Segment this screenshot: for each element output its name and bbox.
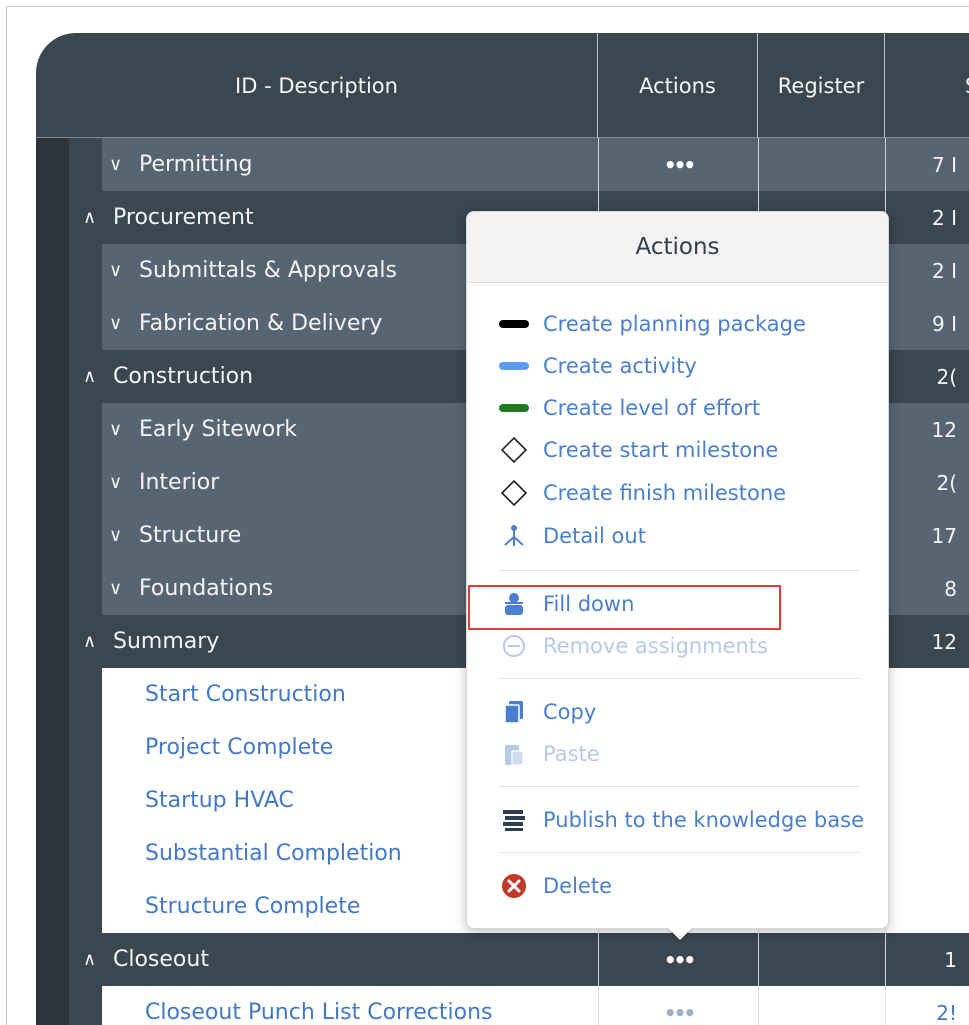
black-bar-icon xyxy=(497,310,531,338)
row-label: Structure xyxy=(139,523,242,548)
menu-item-label: Detail out xyxy=(543,524,646,548)
row-value: 2! xyxy=(885,986,969,1025)
row-label: Construction xyxy=(113,364,254,389)
task-link[interactable]: Closeout Punch List Corrections xyxy=(69,986,598,1025)
menu-item-label: Remove assignments xyxy=(543,634,768,658)
fill-down-highlight xyxy=(468,585,781,630)
books-icon xyxy=(497,806,531,834)
menu-item-label: Paste xyxy=(543,742,600,766)
actions-popup: Actions Create planning package Create a… xyxy=(466,211,889,929)
popup-title: Actions xyxy=(467,212,888,283)
chevron-down-icon[interactable]: ∨ xyxy=(109,472,135,493)
chevron-up-icon[interactable]: ∧ xyxy=(83,366,109,387)
menu-item-detail-out[interactable]: Detail out xyxy=(497,518,646,554)
row-value: 12 xyxy=(885,615,969,668)
table-row[interactable]: ∨ Permitting ••• 7 I xyxy=(69,138,969,191)
column-header-register[interactable]: Register xyxy=(758,33,885,138)
row-label: Fabrication & Delivery xyxy=(139,311,383,336)
menu-item-create-finish-milestone[interactable]: Create finish milestone xyxy=(497,475,786,511)
row-label: Closeout xyxy=(113,947,209,972)
copy-icon xyxy=(497,698,531,726)
blue-bar-icon xyxy=(497,352,531,380)
chevron-down-icon[interactable]: ∨ xyxy=(109,578,135,599)
column-header-description[interactable]: ID - Description xyxy=(36,33,598,138)
row-label: Interior xyxy=(139,470,220,495)
more-actions-icon[interactable]: ••• xyxy=(664,1001,696,1025)
menu-item-remove-assignments[interactable]: Remove assignments xyxy=(497,628,768,664)
row-value: 2 I xyxy=(885,191,969,244)
chevron-down-icon[interactable]: ∨ xyxy=(109,313,135,334)
row-label: Submittals & Approvals xyxy=(139,258,397,283)
column-header-start[interactable]: S xyxy=(885,33,969,138)
row-label: Procurement xyxy=(113,205,254,230)
column-header-actions[interactable]: Actions xyxy=(598,33,758,138)
row-value: 2( xyxy=(885,350,969,403)
row-value: 17 xyxy=(885,509,969,562)
menu-item-create-activity[interactable]: Create activity xyxy=(497,348,697,384)
row-gutter xyxy=(36,138,69,1025)
row-value: 8 xyxy=(885,562,969,615)
green-bar-icon xyxy=(497,394,531,422)
menu-item-label: Create start milestone xyxy=(543,438,779,462)
row-label: Early Sitework xyxy=(139,417,298,442)
menu-item-label: Create activity xyxy=(543,354,697,378)
hierarchy-icon xyxy=(497,522,531,550)
chevron-up-icon[interactable]: ∧ xyxy=(83,207,109,228)
row-value: 2 I xyxy=(885,244,969,297)
menu-item-label: Publish to the knowledge base xyxy=(543,808,864,832)
more-actions-icon[interactable]: ••• xyxy=(664,153,696,177)
chevron-down-icon[interactable]: ∨ xyxy=(109,260,135,281)
menu-item-create-level-of-effort[interactable]: Create level of effort xyxy=(497,390,760,426)
menu-item-copy[interactable]: Copy xyxy=(497,694,596,730)
row-value: 9 I xyxy=(885,297,969,350)
table-row[interactable]: ∧ Closeout ••• 1 xyxy=(69,933,969,986)
chevron-down-icon[interactable]: ∨ xyxy=(109,154,135,175)
row-label: Foundations xyxy=(139,576,274,601)
delete-icon xyxy=(497,872,531,900)
row-label: Permitting xyxy=(139,152,253,177)
menu-item-label: Delete xyxy=(543,874,612,898)
menu-item-create-start-milestone[interactable]: Create start milestone xyxy=(497,432,778,468)
row-value: 1 xyxy=(885,933,969,986)
menu-item-label: Create finish milestone xyxy=(543,481,787,505)
row-value: 2( xyxy=(885,456,969,509)
menu-item-paste[interactable]: Paste xyxy=(497,736,600,772)
diamond-icon xyxy=(497,479,531,507)
row-value: 12 xyxy=(885,403,969,456)
row-value: 7 I xyxy=(885,138,969,191)
menu-item-label: Create planning package xyxy=(543,312,806,336)
menu-item-create-planning-package[interactable]: Create planning package xyxy=(497,306,806,342)
chevron-down-icon[interactable]: ∨ xyxy=(109,525,135,546)
row-label: Summary xyxy=(113,629,220,654)
grid-header: ID - Description Actions Register S xyxy=(36,33,969,138)
paste-icon xyxy=(497,740,531,768)
popup-pointer xyxy=(668,928,692,940)
chevron-up-icon[interactable]: ∧ xyxy=(83,949,109,970)
chevron-down-icon[interactable]: ∨ xyxy=(109,419,135,440)
diamond-icon xyxy=(497,436,531,464)
more-actions-icon[interactable]: ••• xyxy=(664,948,696,972)
menu-item-delete[interactable]: Delete xyxy=(497,868,612,904)
remove-circle-icon xyxy=(497,632,531,660)
table-row[interactable]: Closeout Punch List Corrections ••• 2! xyxy=(69,986,969,1025)
menu-item-label: Create level of effort xyxy=(543,396,761,420)
chevron-up-icon[interactable]: ∧ xyxy=(83,631,109,652)
menu-item-label: Copy xyxy=(543,700,597,724)
menu-item-publish-knowledge-base[interactable]: Publish to the knowledge base xyxy=(497,802,864,838)
